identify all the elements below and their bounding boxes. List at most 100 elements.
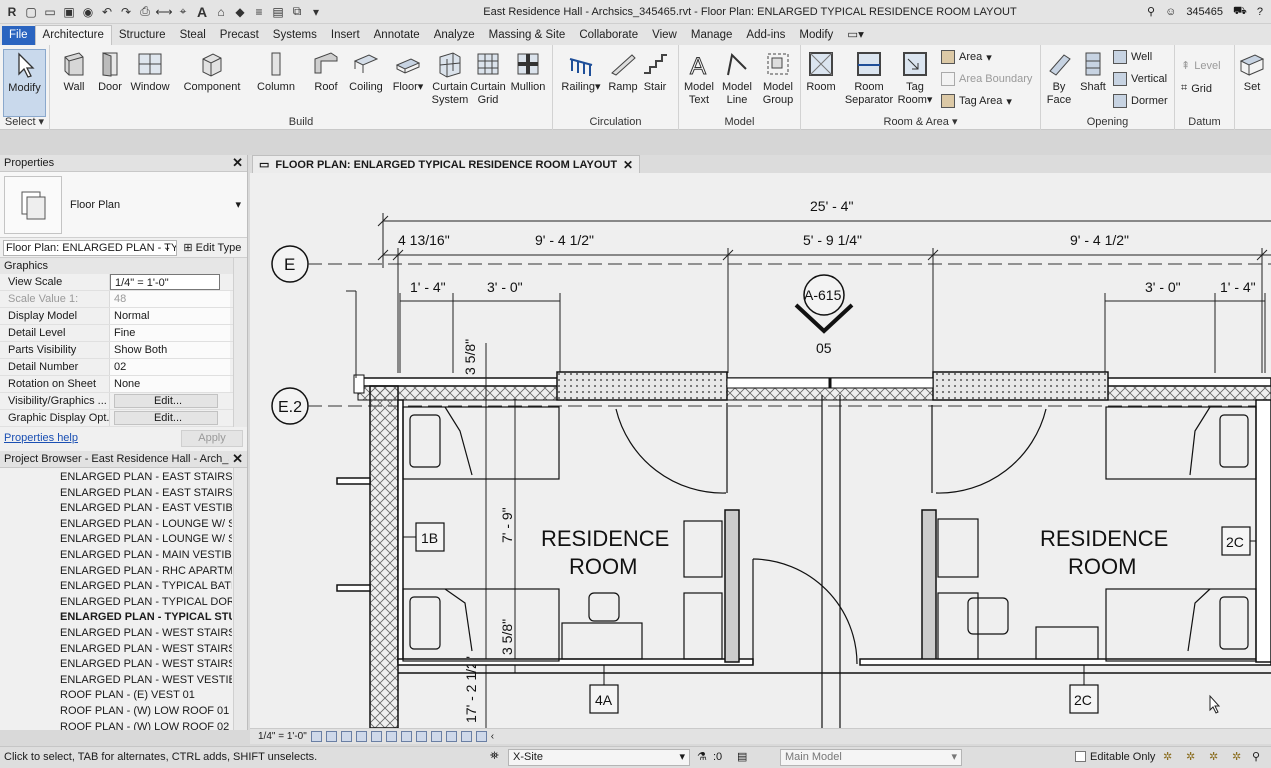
select-pinned-icon[interactable]: ✲ <box>1209 750 1218 763</box>
wall-opening-button[interactable]: Well <box>1113 50 1152 64</box>
revit-logo-icon[interactable]: R <box>4 4 20 20</box>
workset-icon[interactable]: ⛯ <box>490 750 499 763</box>
view-tab[interactable]: ▭ FLOOR PLAN: ENLARGED TYPICAL RESIDENCE… <box>252 155 641 173</box>
area-button[interactable]: Area ▾ <box>941 50 992 64</box>
instance-filter-select[interactable]: Floor Plan: ENLARGED PLAN - TY <box>3 239 177 256</box>
edit-type-button[interactable]: ⊞ Edit Type <box>183 241 241 254</box>
tag-4a-label[interactable]: 4A <box>595 692 613 708</box>
properties-scrollbar[interactable] <box>233 258 247 427</box>
type-dropdown-icon[interactable]: ▾ <box>235 198 247 211</box>
model-line-button[interactable]: Model Line <box>717 49 757 107</box>
level-button[interactable]: ⇞ Level <box>1181 59 1221 73</box>
room-separator-button[interactable]: Room Separator <box>841 49 897 107</box>
shaft-button[interactable]: Shaft <box>1075 49 1111 94</box>
browser-item[interactable]: ENLARGED PLAN - WEST STAIRS SEC <box>0 657 232 673</box>
room1-name-line2[interactable]: ROOM <box>569 554 637 579</box>
dimension-icon[interactable]: ⌖ <box>175 4 191 20</box>
user-name[interactable]: 345465 <box>1186 6 1223 18</box>
browser-item[interactable]: ENLARGED PLAN - TYPICAL BATHRC <box>0 579 232 595</box>
apply-button[interactable]: Apply <box>181 429 243 447</box>
gdo-edit-button[interactable]: Edit... <box>114 411 218 425</box>
ceiling-button[interactable]: Coiling <box>342 49 390 94</box>
browser-item[interactable]: ENLARGED PLAN - RHC APARTMENT <box>0 564 232 580</box>
room-area-panel-title[interactable]: Room & Area ▾ <box>801 115 1040 128</box>
user-icon[interactable]: ☺ <box>1165 6 1176 18</box>
view-scale-control[interactable]: 1/4" = 1'-0" <box>258 731 307 742</box>
area-boundary-button[interactable]: Area Boundary <box>941 72 1032 86</box>
tab-precast[interactable]: Precast <box>213 26 266 45</box>
mullion-button[interactable]: Mullion <box>504 49 552 94</box>
design-option-select[interactable]: Main Model ▾ <box>780 749 962 766</box>
dormer-button[interactable]: Dormer <box>1113 94 1168 108</box>
dim-v4-text[interactable]: 17' - 2 1/2" <box>463 656 479 723</box>
browser-item[interactable]: ROOF PLAN - (E) VEST 01 <box>0 688 232 704</box>
browser-item[interactable]: ENLARGED PLAN - WEST STAIRS FO <box>0 642 232 658</box>
browser-scrollbar[interactable] <box>233 468 247 730</box>
vertical-opening-button[interactable]: Vertical <box>1113 72 1167 86</box>
dim-overall-text[interactable]: 25' - 4" <box>810 198 853 214</box>
filter-dropdown-icon[interactable]: ⌄ <box>163 242 171 253</box>
tab-manage[interactable]: Manage <box>684 26 740 45</box>
browser-item[interactable]: ROOF PLAN - (W) LOW ROOF 02 <box>0 720 232 731</box>
switch-windows-icon[interactable]: ⧉ <box>289 4 305 20</box>
by-face-button[interactable]: By Face <box>1041 49 1077 107</box>
browser-item[interactable]: ENLARGED PLAN - EAST VESTIBULE <box>0 501 232 517</box>
view-tab-close-icon[interactable]: ✕ <box>623 158 633 172</box>
help-icon[interactable]: ? <box>1257 6 1263 18</box>
close-hidden-icon[interactable]: ▤ <box>270 4 286 20</box>
dim-v1-text[interactable]: 3 5/8" <box>462 339 478 375</box>
browser-item[interactable]: ENLARGED PLAN - WEST VESTIBULE <box>0 673 232 689</box>
dim-v3-text[interactable]: 3 5/8" <box>499 619 515 655</box>
section-top-label[interactable]: A-615 <box>804 287 842 303</box>
browser-item[interactable]: ENLARGED PLAN - LOUNGE W/ SPIR <box>0 517 232 533</box>
dim-f-text[interactable]: 3' - 0" <box>487 279 523 295</box>
view-scale-input[interactable]: 1/4" = 1'-0" <box>110 274 220 290</box>
browser-item[interactable]: ENLARGED PLAN - EAST STAIRS FO <box>0 470 232 486</box>
tab-insert[interactable]: Insert <box>324 26 367 45</box>
measure-icon[interactable]: ⟷ <box>155 4 172 20</box>
window-button[interactable]: Window <box>126 49 174 94</box>
browser-item[interactable]: ENLARGED PLAN - EAST STAIRS SEC <box>0 486 232 502</box>
tab-systems[interactable]: Systems <box>266 26 324 45</box>
prop-row-rotation[interactable]: Rotation on Sheet None <box>0 376 247 393</box>
customize-qat-icon[interactable]: ▾ <box>308 4 324 20</box>
detail-level-icon[interactable] <box>310 731 322 742</box>
tab-view[interactable]: View <box>645 26 684 45</box>
grid-button[interactable]: ⌗ Grid <box>1181 82 1212 95</box>
section-icon[interactable]: ◆ <box>232 4 248 20</box>
dim-e-text[interactable]: 1' - 4" <box>410 279 446 295</box>
tag-2c-label[interactable]: 2C <box>1226 534 1244 550</box>
properties-close-icon[interactable]: ✕ <box>232 155 243 171</box>
browser-item[interactable]: ENLARGED PLAN - MAIN VESTIBULE <box>0 548 232 564</box>
section-marker[interactable] <box>794 274 854 334</box>
tab-file[interactable]: File <box>2 26 35 45</box>
browser-item[interactable]: ENLARGED PLAN - TYPICAL DORM U <box>0 595 232 611</box>
text-icon[interactable]: A <box>194 4 210 20</box>
highlight-displacement-icon[interactable] <box>460 731 472 742</box>
room2-name-line1[interactable]: RESIDENCE <box>1040 526 1168 551</box>
section-bottom-label[interactable]: 05 <box>816 340 832 356</box>
column-button[interactable]: Column <box>252 49 300 94</box>
modify-button[interactable]: Modify <box>3 49 46 117</box>
undo-icon[interactable]: ↶ <box>99 4 115 20</box>
floor-button[interactable]: Floor▾ <box>384 49 432 94</box>
room-button[interactable]: Room <box>801 49 841 94</box>
set-button[interactable]: Set <box>1235 49 1269 94</box>
redo-icon[interactable]: ↷ <box>118 4 134 20</box>
design-options-icon[interactable]: ▤ <box>737 750 747 763</box>
show-crop-icon[interactable] <box>385 731 397 742</box>
reveal-hidden-icon[interactable] <box>415 731 427 742</box>
component-button[interactable]: Component <box>182 49 242 94</box>
save-icon[interactable]: ▣ <box>61 4 77 20</box>
dim-d-text[interactable]: 9' - 4 1/2" <box>1070 232 1129 248</box>
dim-v2-text[interactable]: 7' - 9" <box>499 507 515 543</box>
stair-button[interactable]: Stair <box>635 49 675 94</box>
properties-help-link[interactable]: Properties help <box>4 432 78 444</box>
tab-structure[interactable]: Structure <box>112 26 173 45</box>
select-panel-title[interactable]: Select ▾ <box>0 115 49 128</box>
dim-h-text[interactable]: 1' - 4" <box>1220 279 1256 295</box>
model-text-button[interactable]: A Model Text <box>679 49 719 107</box>
analytical-model-icon[interactable] <box>445 731 457 742</box>
room2-name-line2[interactable]: ROOM <box>1068 554 1136 579</box>
3d-view-icon[interactable]: ⌂ <box>213 4 229 20</box>
